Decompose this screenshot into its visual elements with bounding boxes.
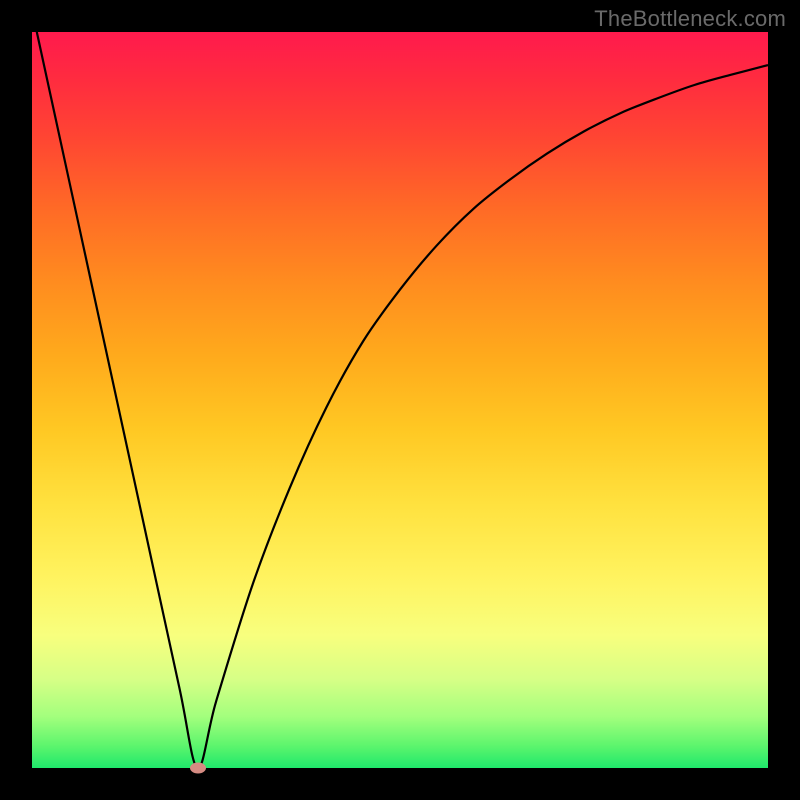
bottleneck-curve — [32, 32, 768, 768]
min-point-marker — [190, 763, 206, 774]
curve-svg — [32, 32, 768, 768]
plot-area — [32, 32, 768, 768]
chart-frame: TheBottleneck.com — [0, 0, 800, 800]
watermark-text: TheBottleneck.com — [594, 6, 786, 32]
